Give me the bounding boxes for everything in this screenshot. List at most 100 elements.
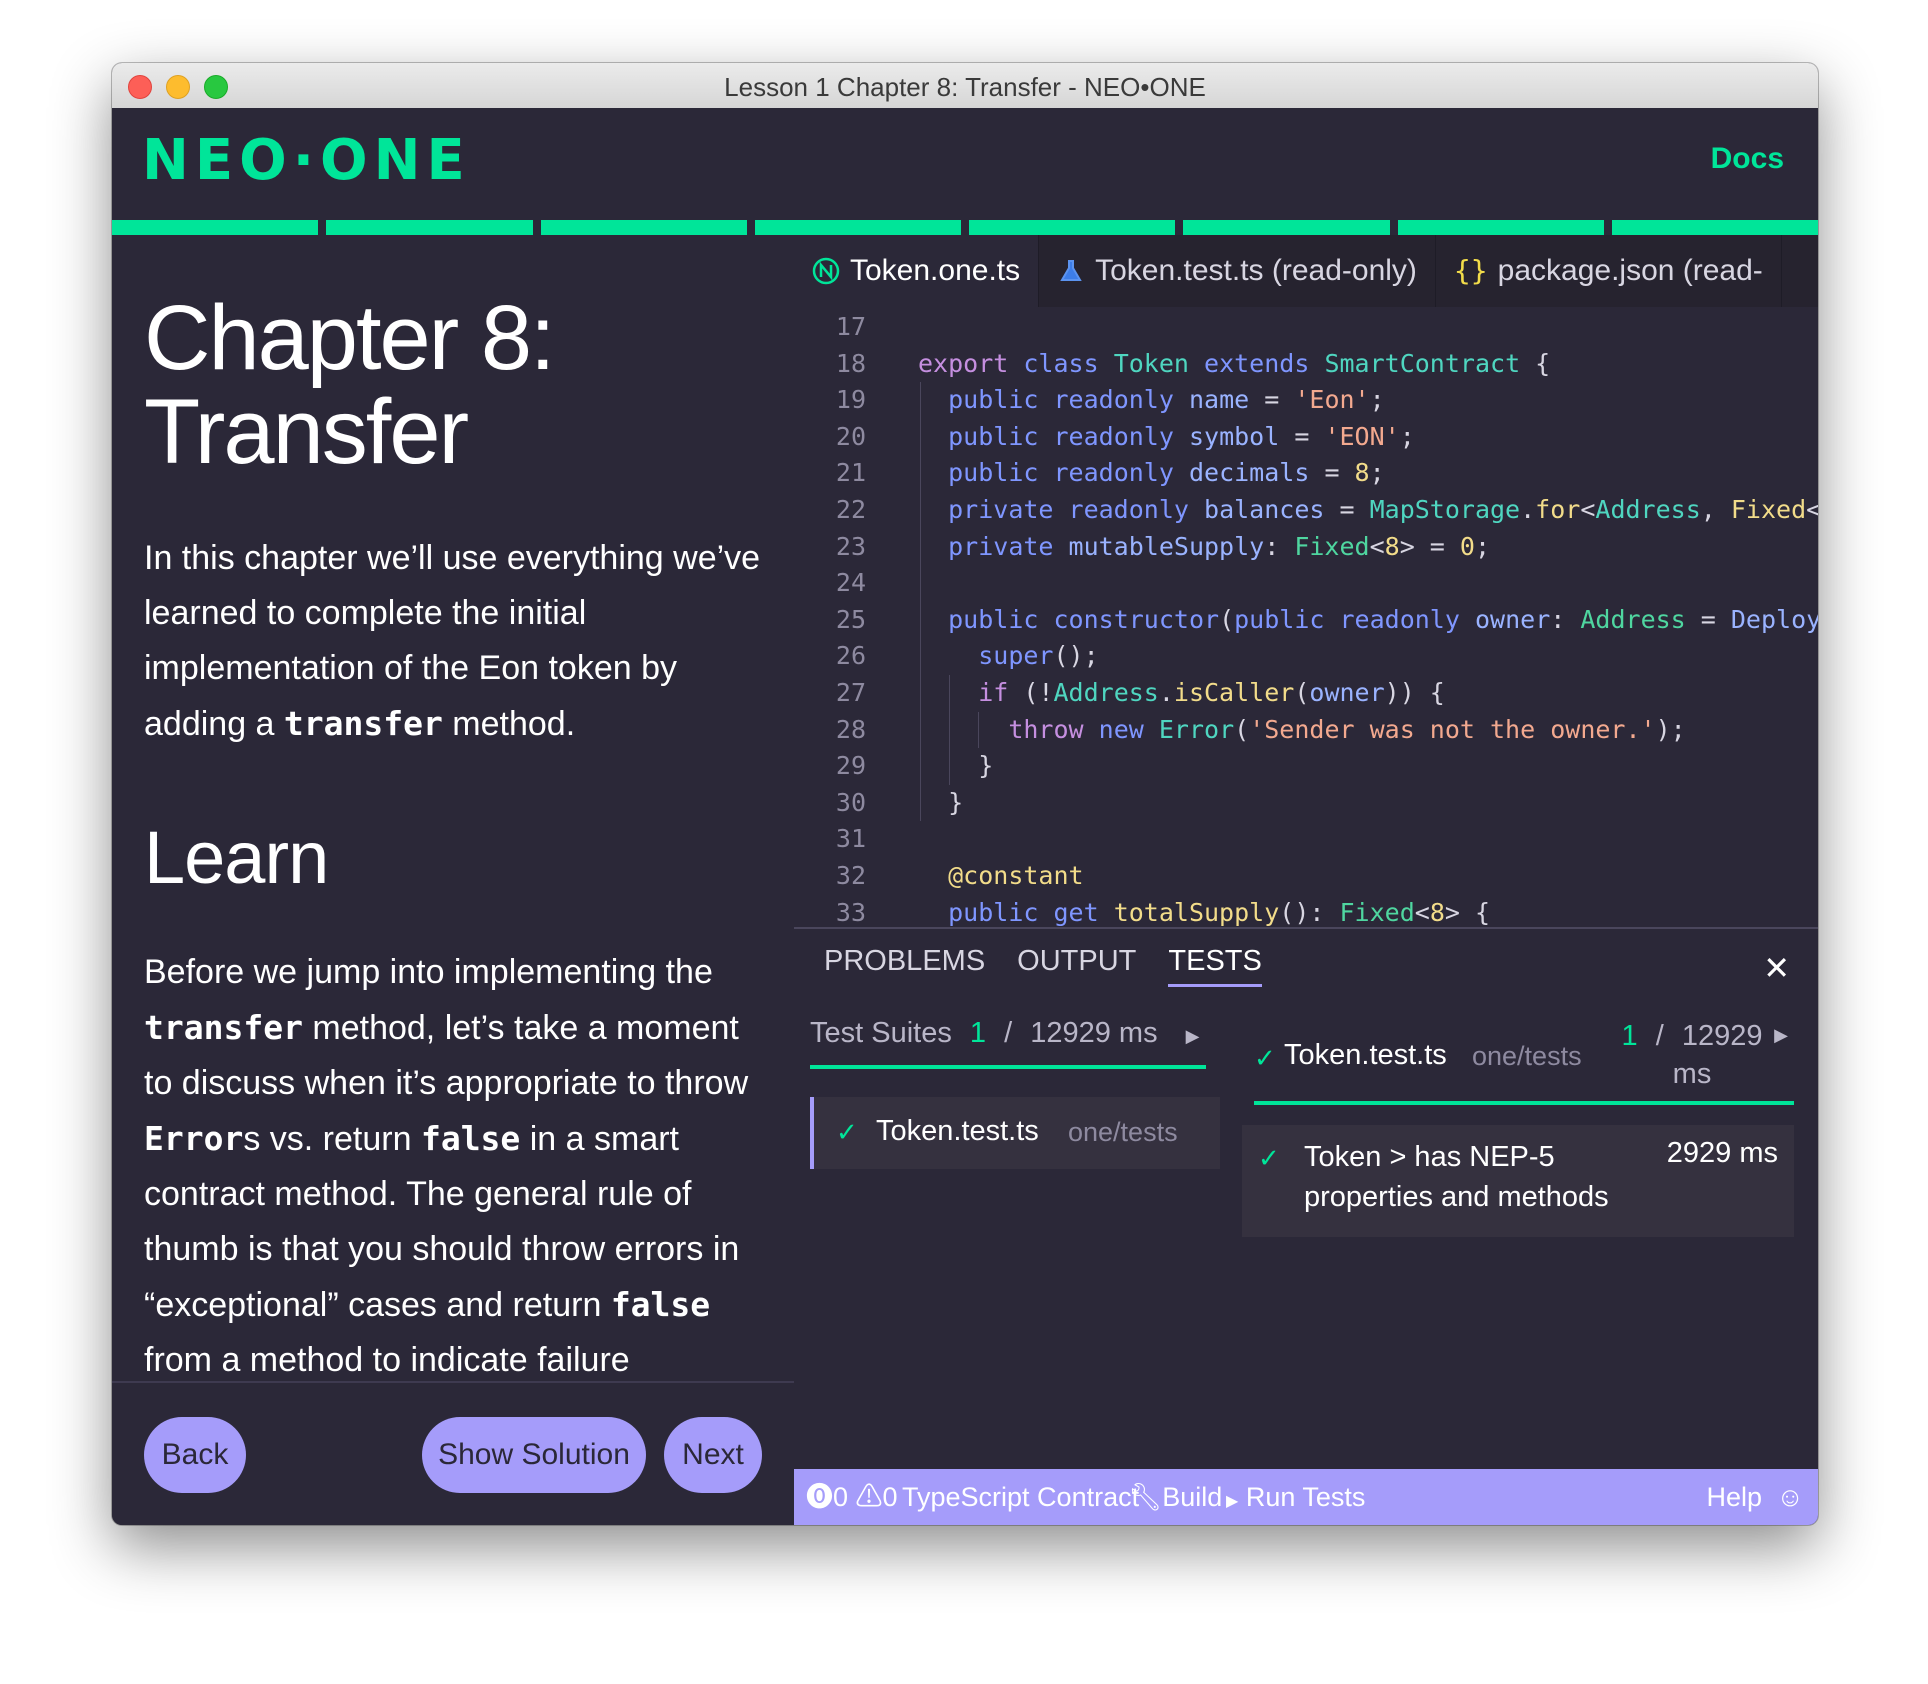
code-token: Token bbox=[1113, 348, 1189, 378]
code-token: ); bbox=[1655, 714, 1686, 744]
test-suites-header[interactable]: Test Suites 1 / 12929 ms ▶ bbox=[810, 1017, 1206, 1069]
inline-code: Error bbox=[144, 1119, 244, 1158]
check-icon: ✓ bbox=[1254, 1043, 1276, 1073]
check-icon: ✓ bbox=[1258, 1143, 1280, 1173]
close-icon[interactable]: ✕ bbox=[1763, 949, 1790, 987]
inline-code: false bbox=[610, 1285, 711, 1324]
build-button[interactable]: 🔧︎Build bbox=[1128, 1469, 1222, 1525]
wrench-icon: 🔧︎ bbox=[1128, 1482, 1163, 1512]
code-text: public constructor(public readonly owner… bbox=[918, 602, 1818, 638]
code-token: 8 bbox=[1354, 458, 1370, 488]
tab-problems[interactable]: PROBLEMS bbox=[824, 945, 985, 987]
code-token: < bbox=[1806, 495, 1818, 524]
code-token: SmartContract bbox=[1324, 348, 1521, 378]
smiley-icon[interactable]: ☺ bbox=[1776, 1469, 1804, 1525]
tab-token-test-ts[interactable]: Token.test.ts (read-only) bbox=[1039, 235, 1436, 307]
test-suite-item[interactable]: ✓ Token.test.ts one/tests bbox=[810, 1097, 1220, 1169]
line-number: 26 bbox=[835, 641, 866, 671]
detail-passed-count: 1 bbox=[1621, 1020, 1638, 1052]
code-token: = bbox=[1309, 458, 1355, 488]
app-window: Lesson 1 Chapter 8: Transfer - NEO•ONE N… bbox=[112, 63, 1818, 1525]
code-token: (): bbox=[1279, 897, 1340, 927]
code-token: ( bbox=[1234, 714, 1250, 744]
language-status[interactable]: TypeScript Contract bbox=[902, 1469, 1139, 1525]
code-token: 0 bbox=[1459, 531, 1475, 561]
play-icon[interactable]: ▶ bbox=[1186, 1026, 1200, 1046]
play-icon[interactable]: ▶ bbox=[1774, 1025, 1788, 1046]
problems-status[interactable]: ⓿0 ⚠0 bbox=[806, 1469, 898, 1525]
detail-separator: / bbox=[1655, 1020, 1664, 1052]
show-solution-button[interactable]: Show Solution bbox=[422, 1417, 646, 1493]
code-token: 'Sender was not the owner.' bbox=[1249, 714, 1656, 744]
tab-token-one-ts[interactable]: Token.one.ts bbox=[794, 235, 1040, 307]
line-number: 33 bbox=[835, 897, 866, 927]
code-token: readonly bbox=[1068, 495, 1189, 524]
run-tests-button[interactable]: ▶ Run Tests bbox=[1226, 1469, 1365, 1525]
tab-output[interactable]: OUTPUT bbox=[1017, 945, 1136, 987]
inline-code: false bbox=[420, 1119, 521, 1158]
code-token: symbol bbox=[1188, 421, 1280, 451]
line-number: 29 bbox=[835, 751, 866, 781]
learn-paragraph: Before we jump into implementing the tra… bbox=[144, 945, 764, 1381]
next-button[interactable]: Next bbox=[664, 1417, 762, 1493]
indent-guide bbox=[949, 675, 950, 785]
code-token: Fixed bbox=[1294, 531, 1370, 561]
progress-segment bbox=[1397, 220, 1604, 235]
code-token: = bbox=[1324, 495, 1370, 524]
build-label: Build bbox=[1162, 1482, 1223, 1512]
code-token: mutableSupply bbox=[1068, 531, 1265, 561]
neo-one-logo[interactable]: NEO·ONE bbox=[142, 130, 471, 192]
code-token: ; bbox=[1474, 531, 1491, 561]
code-token: (! bbox=[1008, 678, 1054, 707]
tab-package-json[interactable]: {} package.json (read- bbox=[1436, 235, 1782, 307]
check-icon: ✓ bbox=[836, 1117, 858, 1147]
lesson-content[interactable]: Chapter 8: Transfer In this chapter we’l… bbox=[112, 235, 794, 1381]
progress-segment bbox=[1183, 220, 1390, 235]
help-button[interactable]: Help bbox=[1706, 1469, 1762, 1525]
neo-icon bbox=[812, 257, 840, 285]
code-token: . bbox=[1520, 495, 1536, 524]
intro-paragraph: In this chapter we’ll use everything we’… bbox=[144, 531, 764, 752]
detail-time: 12929 ms bbox=[1672, 1020, 1763, 1090]
back-button[interactable]: Back bbox=[144, 1417, 246, 1493]
code-text: public readonly name = 'Eon'; bbox=[918, 382, 1385, 418]
code-editor[interactable]: 17 18 export class Token extends SmartCont… bbox=[794, 307, 1818, 927]
code-token: export bbox=[918, 348, 1009, 378]
lesson-progress-bar bbox=[112, 220, 1818, 235]
code-text: } bbox=[918, 785, 963, 821]
line-number: 30 bbox=[835, 787, 866, 817]
code-token: : bbox=[1264, 531, 1295, 561]
code-token: public bbox=[948, 604, 1039, 634]
test-suites-label: Test Suites bbox=[810, 1017, 952, 1049]
suite-path: one/tests bbox=[1068, 1117, 1178, 1147]
window-title: Lesson 1 Chapter 8: Transfer - NEO•ONE bbox=[724, 72, 1206, 102]
progress-segment bbox=[326, 220, 533, 235]
docs-link[interactable]: Docs bbox=[1711, 142, 1784, 176]
lesson-panel: Chapter 8: Transfer In this chapter we’l… bbox=[112, 235, 794, 1525]
code-text: public readonly symbol = 'EON'; bbox=[918, 419, 1415, 455]
tab-tests[interactable]: TESTS bbox=[1168, 945, 1262, 987]
code-token: ( bbox=[1294, 678, 1310, 707]
code-text: private mutableSupply: Fixed<8> = 0; bbox=[918, 529, 1490, 565]
code-token: constructor bbox=[1053, 604, 1220, 634]
error-icon: ⓿ bbox=[806, 1482, 833, 1512]
code-text: private readonly balances = MapStorage.f… bbox=[918, 492, 1818, 528]
intro-text: method. bbox=[442, 705, 576, 743]
test-case-item[interactable]: ✓ Token > has NEP-5 properties and metho… bbox=[1242, 1125, 1794, 1237]
code-token: = bbox=[1685, 604, 1731, 634]
line-number: 21 bbox=[835, 458, 866, 488]
code-token: super bbox=[978, 641, 1054, 671]
code-token: name bbox=[1188, 385, 1250, 415]
